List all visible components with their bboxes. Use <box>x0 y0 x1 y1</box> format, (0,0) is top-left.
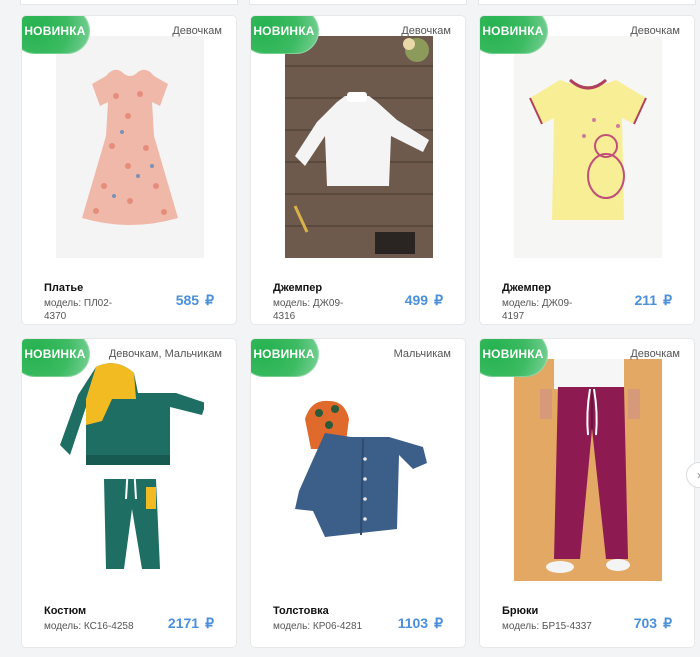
product-image[interactable] <box>56 36 204 258</box>
new-badge: НОВИНКА <box>480 339 548 377</box>
product-image[interactable] <box>514 36 662 258</box>
new-badge: НОВИНКА <box>480 16 548 54</box>
product-card[interactable]: НОВИНКА Девочкам, Мальчикам Костюм модел… <box>21 338 237 648</box>
category-label: Мальчикам <box>393 348 451 360</box>
product-card[interactable]: НОВИНКА Девочкам Джемпер модель: ДЖ09-43… <box>250 15 466 325</box>
product-title[interactable]: Брюки <box>502 605 538 617</box>
product-model: модель: КС16-4258 <box>44 621 134 632</box>
ruble-icon: ₽ <box>205 615 214 631</box>
product-title[interactable]: Костюм <box>44 605 86 617</box>
product-title[interactable]: Платье <box>44 282 83 294</box>
product-card[interactable]: НОВИНКА Мальчикам Толстовка модель: КР06… <box>250 338 466 648</box>
product-price: 585 ₽ <box>175 292 214 308</box>
category-label: Девочкам, Мальчикам <box>108 348 222 360</box>
product-model: модель: ПЛ02-4370 <box>44 298 113 322</box>
ruble-icon: ₽ <box>205 292 214 308</box>
product-price: 499 ₽ <box>404 292 443 308</box>
product-card[interactable]: НОВИНКА Девочкам Платье модель: ПЛ02-437… <box>21 15 237 325</box>
category-label: Девочкам <box>401 25 451 37</box>
product-image[interactable] <box>285 359 433 581</box>
ruble-icon: ₽ <box>434 615 443 631</box>
product-card[interactable]: НОВИНКА Девочкам Брюки модель: БР15-4337… <box>479 338 695 648</box>
product-title[interactable]: Толстовка <box>273 605 329 617</box>
category-label: Девочкам <box>630 25 680 37</box>
new-badge: НОВИНКА <box>251 339 319 377</box>
product-model: модель: ДЖ09-4197 <box>502 298 573 322</box>
product-model: модель: БР15-4337 <box>502 621 592 632</box>
product-price: 703 ₽ <box>633 615 672 631</box>
new-badge: НОВИНКА <box>22 16 90 54</box>
product-price: 211 ₽ <box>634 292 672 308</box>
category-label: Девочкам <box>630 348 680 360</box>
ruble-icon: ₽ <box>434 292 443 308</box>
new-badge: НОВИНКА <box>251 16 319 54</box>
ruble-icon: ₽ <box>663 615 672 631</box>
product-model: модель: ДЖ09-4316 <box>273 298 344 322</box>
previous-row-edge <box>0 0 700 5</box>
new-badge: НОВИНКА <box>22 339 90 377</box>
product-title[interactable]: Джемпер <box>502 282 551 294</box>
ruble-icon: ₽ <box>663 292 672 308</box>
category-label: Девочкам <box>172 25 222 37</box>
product-image[interactable] <box>285 36 433 258</box>
product-price: 1103 ₽ <box>397 615 443 631</box>
product-card[interactable]: НОВИНКА Девочкам Джемпер модель: ДЖ09-41… <box>479 15 695 325</box>
product-model: модель: КР06-4281 <box>273 621 363 632</box>
product-image[interactable] <box>56 359 204 581</box>
product-image[interactable] <box>514 359 662 581</box>
product-title[interactable]: Джемпер <box>273 282 322 294</box>
product-price: 2171 ₽ <box>167 615 214 631</box>
